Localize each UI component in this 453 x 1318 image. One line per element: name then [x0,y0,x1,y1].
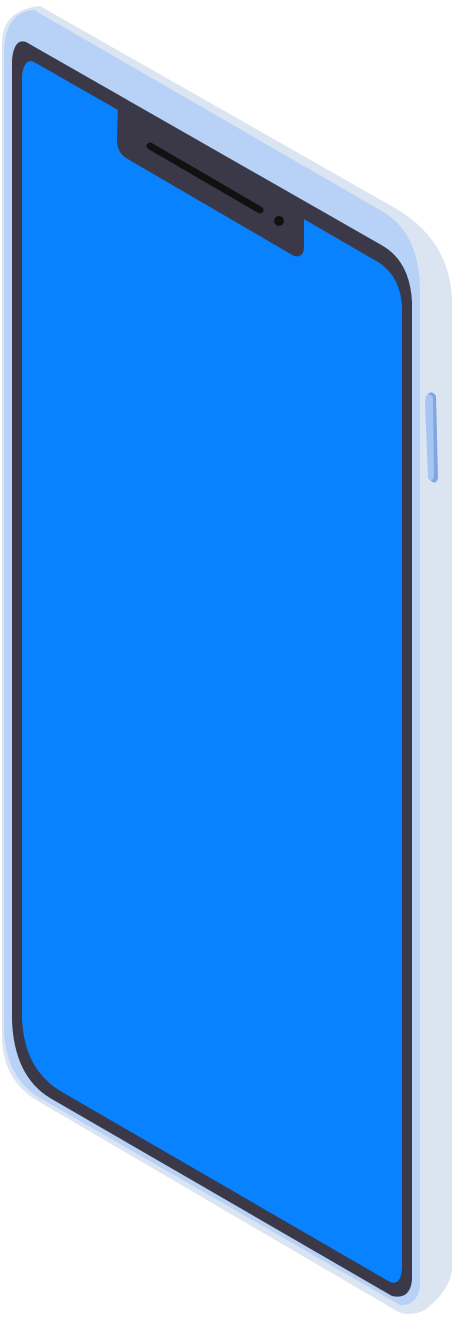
phone-screen [22,61,402,1283]
phone-illustration [0,0,453,1318]
phone-mockup-svg [2,6,452,1314]
front-camera-icon [274,216,284,226]
